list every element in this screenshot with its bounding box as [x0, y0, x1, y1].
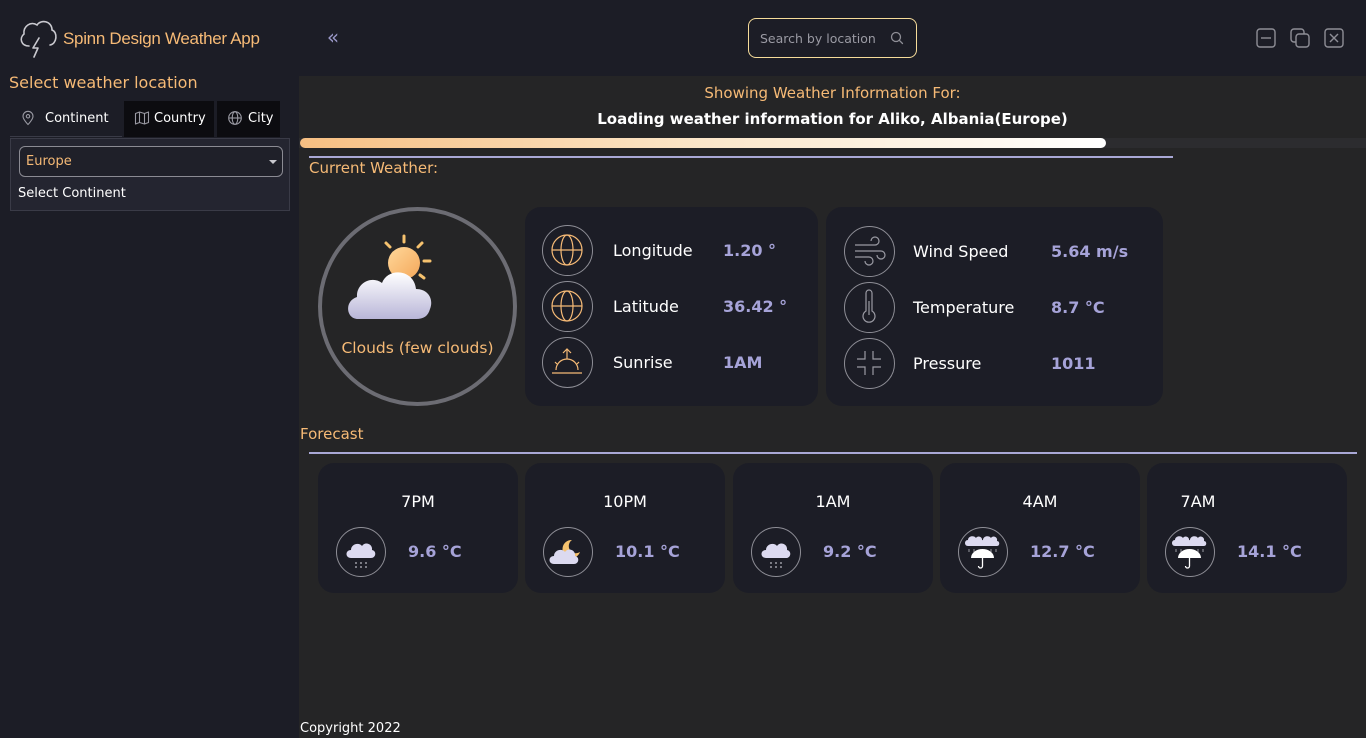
continent-select-value: Europe: [26, 154, 72, 169]
snow-cloud-icon: [336, 527, 386, 577]
progress-fill: [300, 138, 1106, 148]
forecast-card: 1AM 9.2 °C: [733, 463, 933, 593]
tab-continent-label: Continent: [45, 111, 109, 126]
map-pin-icon: [22, 110, 34, 126]
forecast-divider: [309, 452, 1357, 454]
loading-text: Loading weather information for Aliko, A…: [597, 110, 1068, 128]
showing-label: Showing Weather Information For:: [704, 84, 961, 102]
tab-city-label: City: [248, 111, 274, 126]
location-stats-card: Longitude 1.20 ° Latitude 36.42 ° Sunris…: [525, 207, 818, 406]
wind-speed-value: 5.64 m/s: [1051, 242, 1129, 261]
condition-text: Clouds (few clouds): [341, 339, 494, 357]
minimize-icon[interactable]: [1255, 27, 1277, 49]
tab-country[interactable]: Country: [124, 101, 214, 137]
forecast-time: 4AM: [1022, 492, 1058, 511]
forecast-temp: 10.1 °C: [615, 542, 680, 561]
pressure-value: 1011: [1051, 354, 1096, 373]
current-condition-circle: Clouds (few clouds): [318, 207, 517, 406]
search-icon[interactable]: [889, 30, 905, 46]
rain-umbrella-icon: [1165, 527, 1215, 577]
sunrise-icon: [542, 337, 593, 388]
forecast-card: 7PM 9.6 °C: [318, 463, 518, 593]
temperature-value: 8.7 °C: [1051, 298, 1105, 317]
forecast-card: 7AM 14.1 °C: [1147, 463, 1347, 593]
progress-bar: [299, 138, 1366, 148]
restore-icon[interactable]: [1289, 27, 1311, 49]
caret-down-icon: [269, 160, 277, 164]
latitude-label: Latitude: [613, 297, 679, 316]
tab-continent[interactable]: Continent: [10, 101, 122, 137]
search-input[interactable]: [760, 28, 890, 48]
forecast-card: 10PM 10.1 °C: [525, 463, 725, 593]
forecast-temp: 12.7 °C: [1030, 542, 1095, 561]
globe-icon: [228, 111, 242, 125]
sun-cloud-icon: [348, 234, 432, 319]
forecast-time: 7PM: [401, 492, 435, 511]
forecast-temp: 9.6 °C: [408, 542, 462, 561]
storm-cloud-logo-icon: [20, 20, 57, 58]
latitude-globe-icon: [542, 281, 593, 332]
main-panel: Showing Weather Information For: Loading…: [299, 76, 1366, 738]
map-icon: [134, 111, 150, 125]
temperature-label: Temperature: [913, 298, 1015, 317]
sidebar-title: Select weather location: [9, 73, 198, 92]
wind-speed-label: Wind Speed: [913, 242, 1009, 261]
app-title: Spinn Design Weather App: [63, 29, 260, 48]
forecast-card: 4AM 12.7 °C: [940, 463, 1140, 593]
weather-stats-card: Wind Speed 5.64 m/s Temperature 8.7 °C P…: [826, 207, 1163, 406]
pressure-label: Pressure: [913, 354, 982, 373]
forecast-time: 7AM: [1180, 492, 1216, 511]
sunrise-label: Sunrise: [613, 353, 673, 372]
snow-cloud-icon: [751, 527, 801, 577]
wind-icon: [844, 226, 895, 277]
title-bar: Spinn Design Weather App «: [0, 0, 1366, 76]
forecast-time: 10PM: [603, 492, 647, 511]
forecast-temp: 14.1 °C: [1237, 542, 1302, 561]
latitude-value: 36.42 °: [723, 297, 788, 316]
forecast-time: 1AM: [815, 492, 851, 511]
forecast-title: Forecast: [300, 425, 364, 443]
sunrise-value: 1AM: [723, 353, 763, 372]
tab-city[interactable]: City: [217, 101, 280, 137]
continent-panel: Europe Select Continent: [10, 138, 290, 211]
pressure-icon: [844, 338, 895, 389]
moon-cloud-icon: [543, 527, 593, 577]
tab-country-label: Country: [154, 111, 206, 126]
current-weather-divider: [309, 156, 1173, 158]
thermometer-icon: [844, 282, 895, 333]
select-continent-hint: Select Continent: [18, 186, 126, 201]
close-icon[interactable]: [1323, 27, 1345, 49]
collapse-sidebar-button[interactable]: «: [322, 27, 344, 48]
longitude-value: 1.20 °: [723, 241, 777, 260]
continent-select[interactable]: Europe: [19, 146, 283, 177]
forecast-temp: 9.2 °C: [823, 542, 877, 561]
longitude-label: Longitude: [613, 241, 693, 260]
rain-umbrella-icon: [958, 527, 1008, 577]
longitude-globe-icon: [542, 225, 593, 276]
current-weather-title: Current Weather:: [309, 159, 439, 177]
copyright-text: Copyright 2022: [300, 721, 401, 736]
